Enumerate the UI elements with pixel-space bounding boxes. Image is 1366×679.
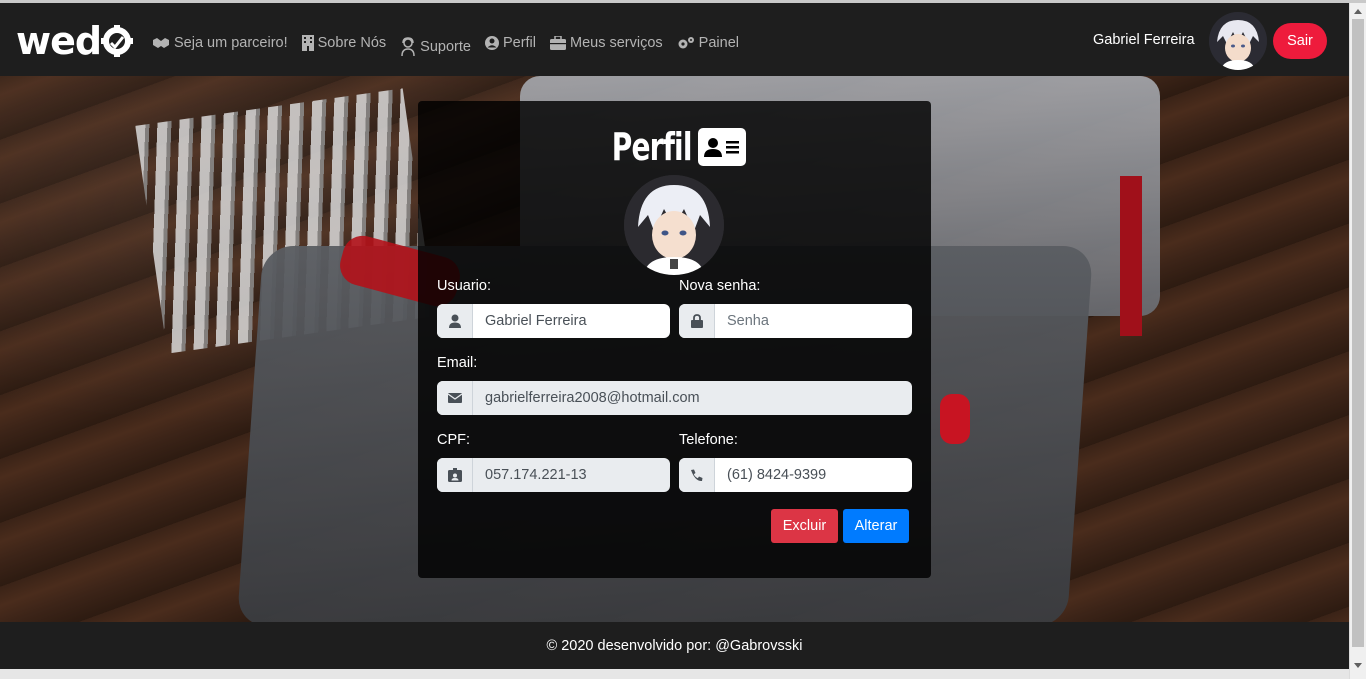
- support-agent-icon: [401, 37, 415, 57]
- telefone-label: Telefone:: [679, 432, 738, 448]
- nav-item-label: Seja um parceiro!: [174, 35, 288, 51]
- nav-item-painel[interactable]: Painel: [677, 35, 739, 51]
- logo-text: wed: [16, 19, 102, 63]
- nav-item-sobre[interactable]: Sobre Nós: [301, 35, 387, 51]
- senha-input-placeholder[interactable]: Senha: [715, 304, 912, 338]
- senha-label: Nova senha:: [679, 278, 761, 294]
- avatar[interactable]: [1209, 12, 1267, 70]
- briefcase-icon: [550, 36, 566, 50]
- page-title-text: Perfil: [611, 125, 693, 169]
- nav-item-servicos[interactable]: Meus serviços: [550, 35, 663, 51]
- gears-icon: [678, 37, 694, 49]
- usuario-input-value[interactable]: Gabriel Ferreira: [473, 304, 670, 338]
- update-button[interactable]: Alterar: [843, 509, 909, 543]
- envelope-icon: [437, 381, 473, 415]
- profile-avatar[interactable]: [624, 175, 724, 275]
- red-strip-photo: [1120, 176, 1142, 336]
- lock-icon: [679, 304, 715, 338]
- nav-item-label: Perfil: [502, 35, 536, 51]
- nav-menu: Seja um parceiro! Sobre Nós Suporte Perf…: [152, 29, 753, 57]
- cpf-field[interactable]: 057.174.221-13: [437, 458, 670, 492]
- taskbar-strip: [0, 669, 1349, 679]
- footer-text: © 2020 desenvolvido por: @Gabrovsski: [546, 637, 803, 654]
- cpf-label: CPF:: [437, 432, 471, 448]
- nav-item-label: Painel: [698, 35, 739, 51]
- footer: © 2020 desenvolvido por: @Gabrovsski: [0, 622, 1349, 669]
- nav-item-parceiro[interactable]: Seja um parceiro!: [152, 35, 288, 51]
- user-icon: [437, 304, 473, 338]
- usuario-label: Usuario:: [437, 278, 491, 294]
- building-icon: [301, 35, 314, 51]
- user-circle-icon: [484, 36, 499, 50]
- senha-field[interactable]: Senha: [679, 304, 912, 338]
- brand-logo[interactable]: wed: [16, 19, 134, 63]
- avatar-image: [1209, 12, 1267, 70]
- profile-avatar-image: [624, 175, 724, 275]
- navbar: wed Seja um parceiro! Sobre Nós Suporte …: [0, 3, 1349, 76]
- vertical-scrollbar[interactable]: [1349, 3, 1366, 679]
- nav-item-label: Meus serviços: [570, 35, 663, 51]
- nav-item-label: Suporte: [420, 39, 471, 55]
- cpf-input-value[interactable]: 057.174.221-13: [473, 458, 670, 492]
- scroll-down-arrow-icon[interactable]: [1354, 663, 1362, 668]
- email-input-value[interactable]: gabrielferreira2008@hotmail.com: [473, 381, 912, 415]
- scroll-thumb[interactable]: [1352, 19, 1364, 647]
- gear-o-icon: [101, 25, 134, 57]
- id-badge-icon: [437, 458, 473, 492]
- telefone-input-value[interactable]: (61) 8424-9399: [715, 458, 912, 492]
- logout-button[interactable]: Sair: [1273, 23, 1327, 59]
- red-clip-photo: [940, 394, 970, 444]
- user-name: Gabriel Ferreira: [1093, 32, 1195, 48]
- email-field[interactable]: gabrielferreira2008@hotmail.com: [437, 381, 912, 415]
- handshake-icon: [153, 38, 169, 48]
- usuario-field[interactable]: Gabriel Ferreira: [437, 304, 670, 338]
- nav-item-label: Sobre Nós: [317, 35, 387, 51]
- nav-item-suporte[interactable]: Suporte: [400, 37, 471, 57]
- email-label: Email:: [437, 355, 478, 371]
- telefone-field[interactable]: (61) 8424-9399: [679, 458, 912, 492]
- phone-icon: [679, 458, 715, 492]
- id-card-icon: [698, 128, 747, 166]
- scroll-up-arrow-icon[interactable]: [1354, 9, 1362, 14]
- page-title: Perfil: [418, 125, 931, 169]
- profile-card: Perfil Usuario: Gabriel Ferreira Nova se: [418, 101, 931, 578]
- nav-item-perfil[interactable]: Perfil: [484, 35, 536, 51]
- delete-button[interactable]: Excluir: [771, 509, 838, 543]
